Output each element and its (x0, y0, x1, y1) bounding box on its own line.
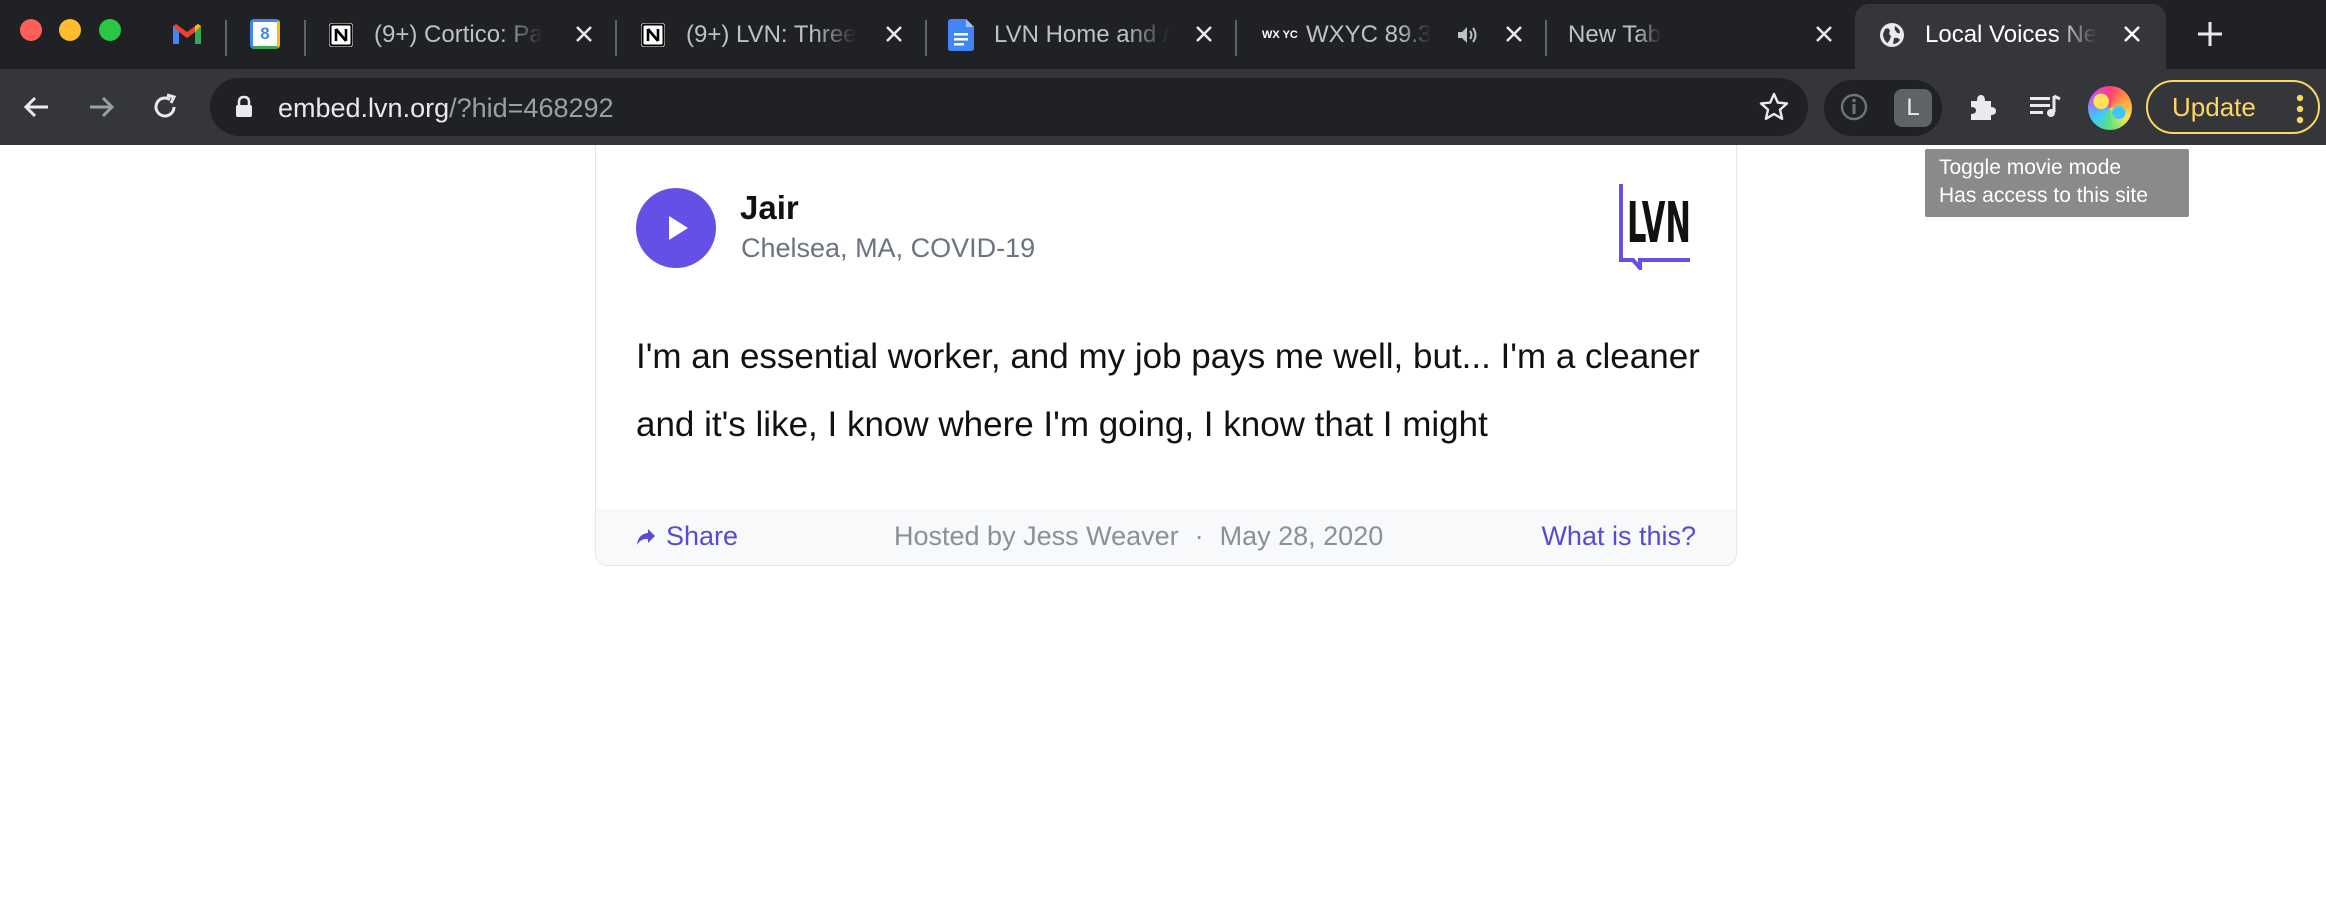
tab-close-icon[interactable] (1810, 20, 1838, 48)
separator-dot: · (1194, 521, 1204, 551)
minimize-window-button[interactable] (59, 19, 81, 41)
pinned-tab-gmail[interactable] (170, 17, 204, 51)
share-label: Share (666, 521, 739, 551)
reload-icon (154, 93, 177, 118)
wxyc-favicon-text: WX YC (1262, 28, 1298, 41)
media-queue-icon[interactable] (2026, 88, 2064, 126)
tooltip-line-1: Toggle movie mode (1939, 156, 2122, 179)
highlight-embed-card: Jair Chelsea, MA, COVID-19 LVN I'm an es… (595, 145, 1737, 566)
conversation-date: May 28, 2020 (1219, 521, 1384, 551)
notion-icon (638, 20, 668, 50)
tab-lvn-three[interactable]: (9+) LVN: Three (638, 12, 893, 58)
tab-title: New Tab (1568, 21, 1661, 48)
tab-close-icon[interactable] (880, 20, 908, 48)
extensions-puzzle-icon[interactable] (1963, 88, 2001, 126)
gmail-icon (173, 24, 201, 44)
tab-cortico[interactable]: (9+) Cortico: Pa (326, 12, 581, 58)
arrow-left-icon (23, 96, 48, 118)
globe-icon (1877, 20, 1907, 50)
host-name: Hosted by Jess Weaver (894, 521, 1179, 551)
zoom-window-button[interactable] (99, 19, 121, 41)
active-tab-content: Local Voices Ne (1877, 12, 2117, 58)
tooltip-line-2: Has access to this site (1939, 184, 2148, 207)
url-text[interactable]: embed.lvn.org/?hid=468292 (278, 93, 614, 124)
play-button[interactable] (636, 188, 716, 268)
tab-title: (9+) Cortico: Pa (374, 21, 543, 48)
extension-letter: L (1906, 94, 1920, 121)
extension-tooltip: Toggle movie mode Has access to this sit… (1925, 149, 2189, 217)
tab-close-icon[interactable] (1190, 20, 1218, 48)
speaker-name: Jair (740, 189, 799, 226)
tab-local-voices-network[interactable]: Local Voices Ne (1855, 4, 2166, 70)
share-arrow-icon (636, 528, 656, 546)
tab-title: WXYC 89.3 (1306, 21, 1432, 48)
play-icon (669, 216, 688, 240)
tab-close-icon[interactable] (570, 20, 598, 48)
card-footer: Share Hosted by Jess Weaver · May 28, 2020… (596, 509, 1736, 565)
tab-close-icon[interactable] (2118, 20, 2146, 48)
tab-title: Local Voices Ne (1925, 21, 2098, 48)
tab-wxyc[interactable]: WX YC WXYC 89.3 (1258, 12, 1458, 58)
notion-icon (326, 20, 356, 50)
tab-title: (9+) LVN: Three (686, 21, 857, 48)
tab-new-tab[interactable]: New Tab (1568, 12, 1768, 58)
calendar-day: 8 (260, 24, 270, 43)
url-path: /?hid=468292 (449, 93, 614, 123)
pinned-tab-calendar[interactable]: 8 (248, 17, 282, 51)
tab-close-icon[interactable] (1500, 20, 1528, 48)
share-link[interactable]: Share (636, 521, 738, 552)
info-extension-icon[interactable] (1835, 88, 1873, 126)
tab-strip: 8 (9+) Cortico: Pa (9+) LVN: Three LVN H… (0, 0, 2326, 70)
google-calendar-icon: 8 (250, 19, 280, 49)
lvn-logo-text: LVN (1627, 191, 1691, 256)
tab-title: LVN Home and / (994, 21, 1170, 48)
google-docs-icon (946, 19, 976, 51)
close-window-button[interactable] (20, 19, 42, 41)
plus-icon (2198, 22, 2222, 46)
hosted-by-text: Hosted by Jess Weaver · May 28, 2020 (894, 521, 1383, 552)
speaker-meta: Chelsea, MA, COVID-19 (741, 233, 1036, 263)
reload-button[interactable] (146, 88, 184, 126)
lvn-logo[interactable]: LVN (1618, 182, 1696, 275)
quote-text: I'm an essential worker, and my job pays… (636, 337, 1700, 444)
back-button[interactable] (18, 88, 56, 126)
new-tab-button[interactable] (2192, 16, 2228, 52)
update-button[interactable]: Update (2146, 80, 2320, 134)
movie-mode-extension-button[interactable]: L (1894, 89, 1932, 127)
url-host: embed.lvn.org (278, 93, 450, 123)
update-label: Update (2172, 91, 2256, 122)
audio-playing-icon[interactable] (1456, 24, 1480, 51)
bookmark-star-icon[interactable] (1758, 91, 1790, 128)
more-vertical-icon[interactable] (2296, 94, 2304, 131)
address-bar[interactable]: embed.lvn.org/?hid=468292 (210, 78, 1808, 136)
arrow-right-icon (90, 96, 115, 118)
lock-icon[interactable] (234, 95, 254, 124)
browser-toolbar: embed.lvn.org/?hid=468292 L Update (0, 69, 2326, 145)
forward-button[interactable] (82, 88, 120, 126)
profile-avatar[interactable] (2088, 86, 2132, 130)
what-is-this-link[interactable]: What is this? (1541, 521, 1696, 552)
tab-lvn-home[interactable]: LVN Home and / (946, 12, 1201, 58)
wxyc-icon: WX YC (1258, 20, 1298, 50)
